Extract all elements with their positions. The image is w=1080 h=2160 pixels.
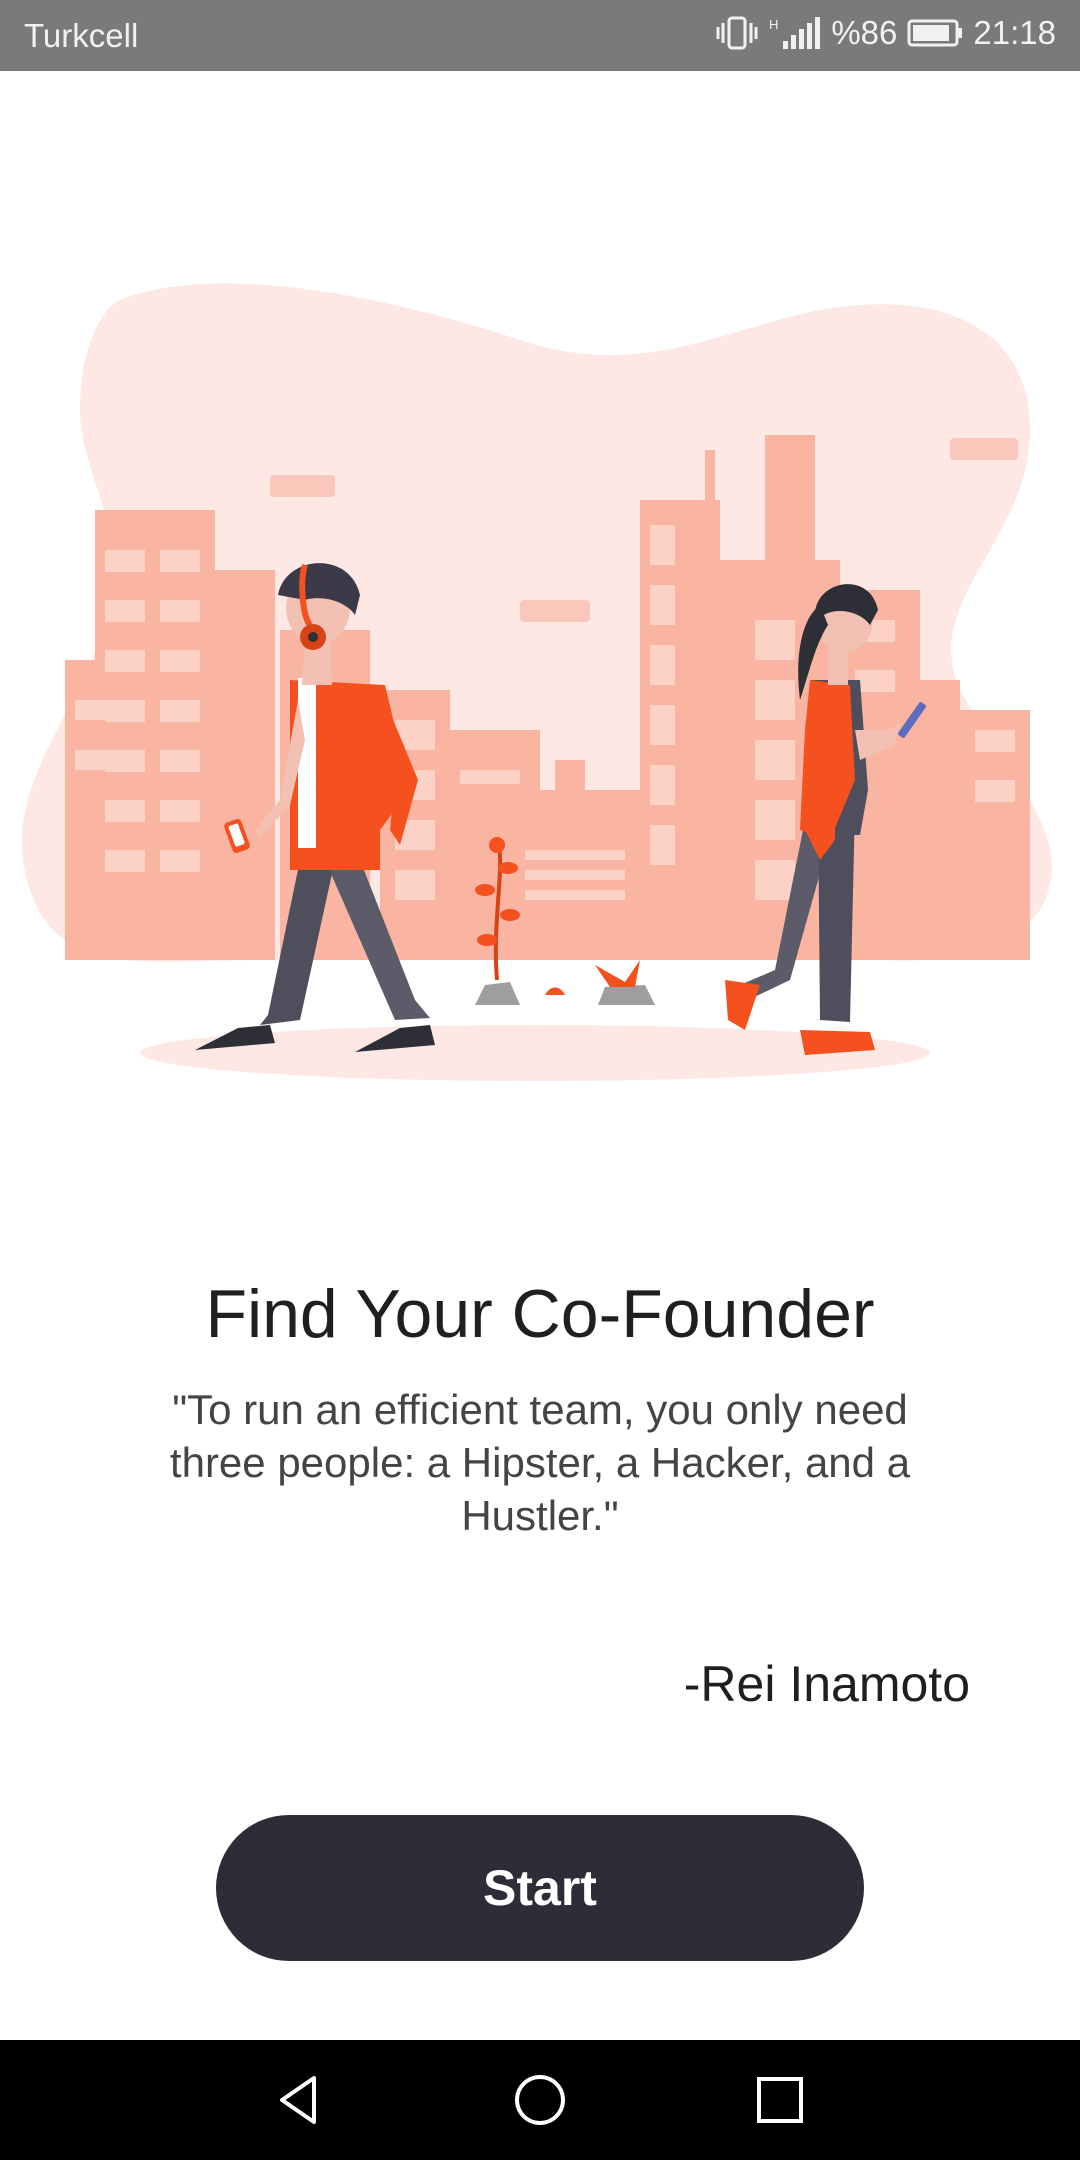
recents-icon[interactable] [750,2070,810,2130]
carrier-label: Turkcell [24,17,139,54]
navigation-bar [0,2040,1080,2160]
clock: 21:18 [973,14,1056,51]
vibrate-icon [715,15,759,51]
home-icon[interactable] [510,2070,570,2130]
svg-text:H: H [769,17,778,32]
start-button[interactable]: Start [216,1815,864,1961]
page-title: Find Your Co-Founder [205,1276,875,1352]
signal-icon: H [769,15,821,51]
back-icon[interactable] [270,2070,330,2130]
battery-percent: %86 [831,14,898,51]
city-walk-illustration [21,283,1052,1081]
status-bar: Turkcell H %86 21:18 [0,0,1080,71]
battery-icon [907,18,963,48]
quote-text: "To run an efficient team, you only need… [169,1386,911,1539]
quote-author: -Rei Inamoto [683,1656,970,1712]
status-icons: H %86 21:18 [715,14,1056,52]
